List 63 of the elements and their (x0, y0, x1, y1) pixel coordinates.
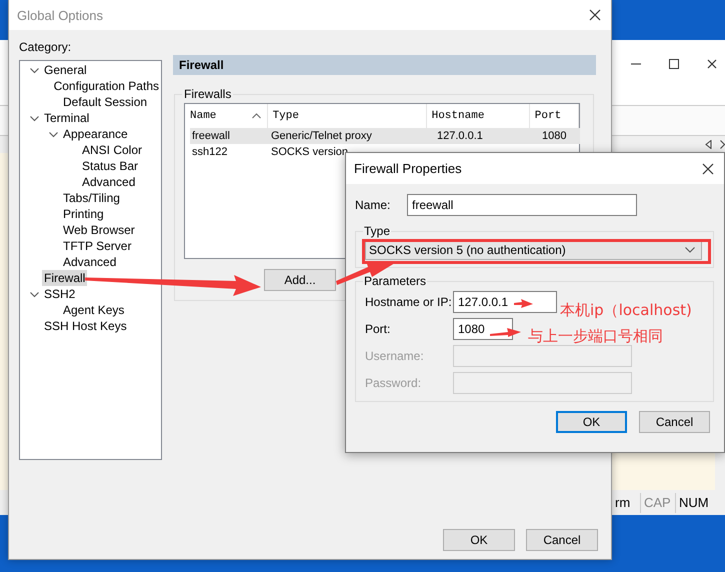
maximize-icon (669, 59, 679, 69)
tree-item[interactable]: Tabs/Tiling (61, 190, 122, 206)
group-label: Type (363, 224, 392, 238)
table-cell-text: SOCKS version (270, 145, 348, 160)
chevron-down-icon[interactable] (30, 66, 39, 74)
tree-item[interactable]: Firewall (42, 270, 88, 286)
tree-item[interactable]: Advanced (61, 254, 118, 270)
text-field[interactable]: 127.0.0.1 (453, 291, 557, 313)
panel-header: Firewall (173, 55, 596, 75)
field-label: Username: (365, 349, 425, 363)
field-label: Hostname or IP: (365, 295, 453, 309)
status-indicator: CAP (640, 492, 675, 512)
tree-item[interactable]: Advanced (80, 174, 138, 190)
field-label: Port: (365, 322, 392, 336)
tree-item[interactable]: Configuration Paths (52, 78, 161, 94)
name-field[interactable]: freewall (407, 194, 637, 216)
close-icon (707, 59, 717, 69)
tree-item[interactable]: Default Session (61, 94, 150, 110)
field-label: Name: (355, 198, 392, 212)
field-label: Password: (365, 376, 422, 390)
annotation-text: 与上一步端口号相同 (528, 327, 663, 345)
dialog-button[interactable]: Cancel (526, 529, 598, 551)
window-title: Global Options (17, 8, 103, 22)
dialog-button[interactable]: OK (443, 529, 515, 551)
arrow (490, 328, 521, 337)
type-dropdown[interactable]: SOCKS version 5 (no authentication) (365, 240, 702, 260)
annotation-text: 本机ip（localhost) (560, 301, 692, 319)
close-icon (589, 9, 601, 21)
dialog-button[interactable]: Cancel (639, 411, 710, 433)
table-cell-text: ssh122 (191, 145, 228, 160)
tree-item[interactable]: SSH Host Keys (42, 318, 129, 334)
arrow (514, 299, 533, 308)
tree-item[interactable]: General (42, 62, 89, 78)
dialog-title: Firewall Properties (354, 161, 462, 176)
scroll-right-icon (720, 140, 725, 149)
tree-item[interactable]: ANSI Color (80, 142, 144, 158)
dialog-button[interactable]: OK (556, 411, 627, 433)
tree-item[interactable]: Terminal (42, 110, 92, 126)
table-row[interactable]: ssh122 SOCKS version (190, 144, 348, 160)
tree-item[interactable]: TFTP Server (61, 238, 134, 254)
tree-item[interactable]: Agent Keys (61, 302, 126, 318)
table-cell-text: 127.0.0.1 (436, 129, 484, 144)
add-button[interactable]: Add... (264, 269, 336, 291)
tree-item[interactable]: Status Bar (80, 158, 140, 174)
table-cell-text: Generic/Telnet proxy (270, 129, 373, 144)
group-label: Firewalls (183, 87, 232, 101)
chevron-down-icon (685, 247, 695, 253)
status-indicator: NUM (675, 492, 718, 512)
tree-item[interactable]: Appearance (61, 126, 130, 142)
tree-item[interactable]: Web Browser (61, 222, 137, 238)
scroll-left-icon (705, 140, 712, 149)
tree-item[interactable]: SSH2 (42, 286, 78, 302)
table-cell-text: 1080 (541, 129, 566, 144)
table-cell-text: freewall (191, 129, 231, 144)
tree-item[interactable]: Printing (61, 206, 106, 222)
close-icon (702, 162, 714, 174)
table-row[interactable]: freewall Generic/Telnet proxy 127.0.0.1 1080 (190, 128, 580, 144)
chevron-down-icon[interactable] (30, 114, 39, 122)
text-field[interactable]: 1080 (453, 318, 513, 340)
group-label: Parameters (363, 274, 428, 288)
chevron-down-icon[interactable] (49, 130, 58, 138)
category-label: Category: (19, 39, 72, 55)
chevron-down-icon[interactable] (30, 290, 39, 298)
